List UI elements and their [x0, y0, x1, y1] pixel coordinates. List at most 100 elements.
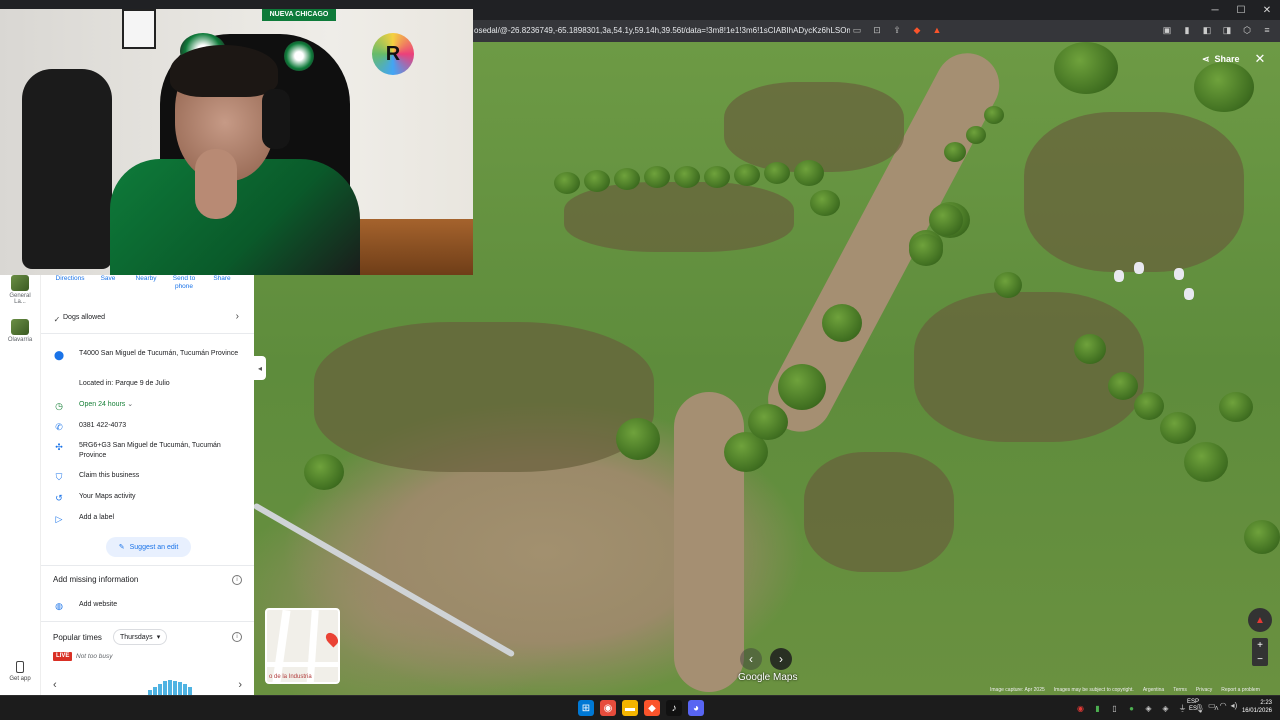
tiktok-icon[interactable]: ♪ — [666, 700, 682, 716]
close-window-button[interactable]: ✕ — [1254, 0, 1280, 20]
save-button[interactable]: Save — [89, 275, 127, 295]
info-icon[interactable]: i — [232, 575, 242, 585]
compass-icon[interactable]: ▲ — [1248, 608, 1272, 632]
suggest-edit-label: Suggest an edit — [129, 543, 179, 551]
popular-times-title: Popular times — [53, 633, 102, 642]
tray-app-icon[interactable]: ◉ — [1075, 701, 1086, 715]
share-place-button[interactable]: Share — [203, 275, 241, 295]
popular-times-bar — [183, 684, 187, 695]
info-icon[interactable]: i — [232, 632, 242, 642]
nearby-button[interactable]: Nearby — [127, 275, 165, 295]
add-label-text: Add a label — [79, 514, 115, 521]
minimize-button[interactable]: ─ — [1202, 0, 1228, 20]
tray-status[interactable]: ▭ ◠ ◂) — [1208, 701, 1237, 710]
time-text: 2:23 — [1260, 700, 1272, 706]
address-text: T4000 San Miguel de Tucumán, Tucumán Pro… — [79, 350, 239, 357]
history-icon: ↺ — [55, 492, 63, 503]
plus-code-text: 5RG6+G3 San Miguel de Tucumán, Tucumán P… — [79, 442, 221, 459]
get-app-button[interactable]: Get app — [4, 661, 36, 682]
extensions-icon[interactable]: ◧ — [1200, 23, 1214, 37]
location-icon: ⬤ — [53, 349, 65, 360]
minimap[interactable]: o de la Industria — [265, 608, 340, 684]
previous-arrow-icon[interactable]: ‹ — [740, 648, 762, 670]
tray-app-icon[interactable]: ▯ — [1109, 701, 1120, 715]
install-icon[interactable]: ⊡ — [870, 23, 884, 37]
day-select[interactable]: Thursdays ▾ — [113, 629, 168, 645]
report-problem-link[interactable]: Report a problem — [1221, 686, 1260, 695]
cast-icon[interactable]: ▭ — [850, 23, 864, 37]
discord-icon[interactable]: ◕ — [688, 700, 704, 716]
brave-rewards-icon[interactable]: ▲ — [930, 23, 944, 37]
zoom-out-button[interactable]: − — [1257, 654, 1263, 665]
missing-info-title: Add missing information — [53, 575, 139, 584]
bush — [1160, 412, 1196, 444]
get-app-label: Get app — [9, 676, 31, 682]
directions-button[interactable]: Directions — [51, 275, 89, 295]
windows-start-icon[interactable]: ⊞ — [578, 700, 594, 716]
terms-link[interactable]: Terms — [1173, 686, 1187, 695]
bush — [704, 166, 730, 188]
tray-app-icon[interactable]: ● — [1126, 701, 1137, 715]
share-page-icon[interactable]: ⇪ — [890, 23, 904, 37]
reader-icon[interactable]: ▣ — [1160, 23, 1174, 37]
bush — [1194, 62, 1254, 112]
office-chair — [22, 69, 112, 269]
tray-app-icon[interactable]: ◈ — [1160, 701, 1171, 715]
bush — [304, 454, 344, 490]
bush — [1219, 392, 1253, 422]
label-icon: ▷ — [55, 513, 63, 524]
place-actions: Directions Save Nearby Send to phone Sha… — [41, 275, 254, 295]
country-link[interactable]: Argentina — [1143, 686, 1164, 695]
folder-icon[interactable]: ▬ — [622, 700, 638, 716]
zoom-in-button[interactable]: + — [1257, 640, 1263, 651]
language-indicator[interactable]: ESP ES — [1187, 699, 1199, 713]
wallet-icon[interactable]: ◨ — [1220, 23, 1234, 37]
close-icon[interactable]: ✕ — [1251, 50, 1269, 68]
bush — [1134, 392, 1164, 420]
chevron-right-icon[interactable]: › — [238, 679, 242, 691]
popular-times-bar — [173, 681, 177, 695]
share-icon: ⋖ — [1202, 53, 1210, 64]
rose-bed — [724, 82, 904, 172]
url-field[interactable]: osedal/@-26.8236749,-65.1898301,3a,54.1y… — [474, 24, 850, 38]
address-bar-icons: ▭ ⊡ ⇪ ◆ ▲ — [850, 23, 944, 37]
brave-shield-icon[interactable]: ◆ — [910, 23, 924, 37]
clock[interactable]: 2:23 16/01/2026 — [1236, 699, 1272, 715]
check-icon: ✓ — [53, 314, 61, 324]
divider — [41, 565, 254, 566]
maximize-button[interactable]: ☐ — [1228, 0, 1254, 20]
rose-bed — [314, 322, 654, 472]
bush — [764, 162, 790, 184]
suggest-edit-button[interactable]: ✎ Suggest an edit — [106, 537, 191, 557]
club-banner: NUEVA CHICAGO — [262, 9, 336, 21]
caret-down-icon: ▾ — [156, 634, 161, 641]
place-thumbnail — [11, 319, 29, 335]
collapse-panel-button[interactable]: ◂ — [254, 356, 266, 380]
send-to-phone-button[interactable]: Send to phone — [165, 275, 203, 295]
globe-icon: ◍ — [55, 600, 63, 611]
app-icon[interactable]: ◉ — [600, 700, 616, 716]
bush — [929, 204, 963, 236]
display-icon: ▭ — [1208, 701, 1216, 710]
tray-app-icon[interactable]: ▮ — [1092, 701, 1103, 715]
brave-browser-icon[interactable]: ◆ — [644, 700, 660, 716]
bush — [1108, 372, 1138, 400]
menu-icon[interactable]: ≡ — [1260, 23, 1274, 37]
wall-picture — [122, 9, 156, 49]
tray-app-icon[interactable]: ◈ — [1143, 701, 1154, 715]
sidebar-icon[interactable]: ▮ — [1180, 23, 1194, 37]
chevron-right-icon: › — [235, 311, 239, 322]
wifi-icon: ◠ — [1219, 701, 1227, 710]
busyness-text: Not too busy — [76, 653, 113, 660]
dogs-allowed-label: Dogs allowed — [63, 314, 106, 321]
vpn-icon[interactable]: ⬡ — [1240, 23, 1254, 37]
rail-item-recent[interactable]: Olavarria — [4, 319, 36, 343]
taskbar: ⊞ ◉ ▬ ◆ ♪ ◕ ◉ ▮ ▯ ● ◈ ◈ ⏚ 🎙 ˄ ESP ES ▭ ◠… — [0, 695, 1280, 720]
bush — [1054, 42, 1118, 94]
share-button[interactable]: ⋖ Share — [1196, 49, 1246, 69]
rose-bed — [804, 452, 954, 572]
privacy-link[interactable]: Privacy — [1196, 686, 1212, 695]
rail-item-recent[interactable]: General La... — [4, 275, 36, 305]
next-arrow-icon[interactable]: › — [770, 648, 792, 670]
chevron-left-icon[interactable]: ‹ — [53, 679, 57, 691]
